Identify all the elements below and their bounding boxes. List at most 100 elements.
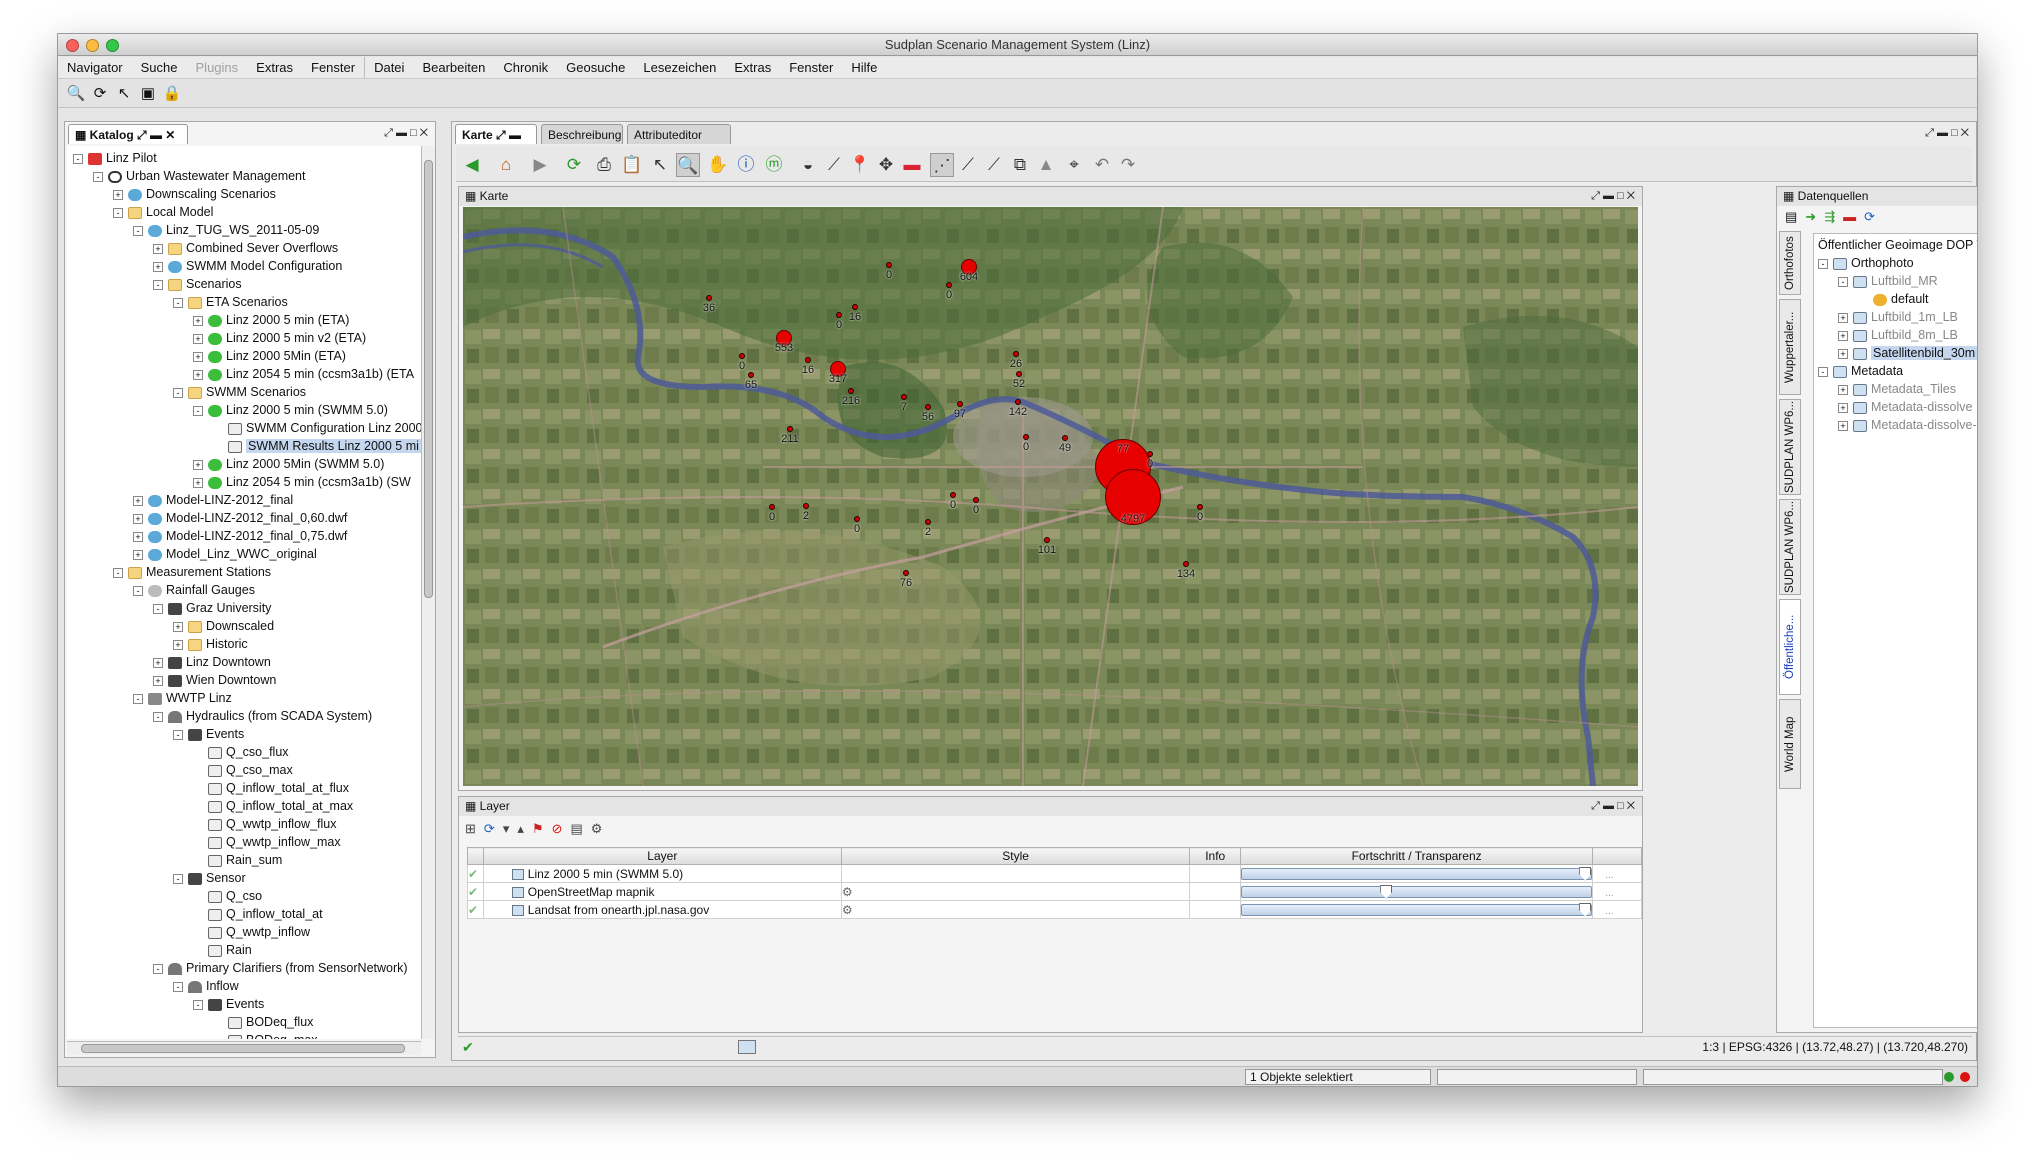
tree-node[interactable]: - SWMM Scenarios <box>173 383 306 401</box>
tree-node[interactable]: - Inflow <box>173 977 239 995</box>
datasource-node[interactable]: + Luftbild_1m_LB <box>1838 308 1958 326</box>
tree-node[interactable]: - Scenarios <box>153 275 242 293</box>
undo-icon[interactable]: ↶ <box>1090 153 1114 177</box>
collapse-icon[interactable]: - <box>173 981 183 992</box>
style-icon[interactable]: ⚙ <box>842 885 853 899</box>
tree-node[interactable]: + Linz Downtown <box>153 653 271 671</box>
side-tab[interactable]: Wuppertaler... <box>1779 299 1801 395</box>
layer-capabilities-icon[interactable]: ▤ <box>570 821 590 836</box>
expand-icon[interactable]: + <box>193 351 203 362</box>
datasource-node[interactable]: - Orthophoto <box>1818 254 1914 272</box>
cursor-icon[interactable]: ↖ <box>114 84 134 104</box>
more-button[interactable]: ... <box>1593 870 1613 881</box>
triangle-icon[interactable]: ▲ <box>1034 153 1058 177</box>
tree-node[interactable]: + Linz 2000 5Min (ETA) <box>193 347 346 365</box>
menu-extras[interactable]: Extras <box>247 57 302 79</box>
tree-node[interactable]: - Rainfall Gauges <box>133 581 255 599</box>
tree-node[interactable]: Q_wwtp_inflow <box>193 923 310 941</box>
select-arrow-icon[interactable]: ↖ <box>648 153 672 177</box>
tab-attributeditor[interactable]: Attributeditor <box>627 124 731 144</box>
collapse-icon[interactable]: - <box>173 873 183 884</box>
collapse-icon[interactable]: - <box>93 171 103 182</box>
menu-fenster[interactable]: Fenster <box>780 57 842 79</box>
tree-node[interactable]: + Wien Downtown <box>153 671 276 689</box>
datasource-node[interactable]: + Satellitenbild_30m <box>1838 344 1977 362</box>
collapse-icon[interactable]: - <box>153 279 163 290</box>
collapse-icon[interactable]: - <box>193 405 203 416</box>
column-header[interactable]: Layer <box>482 847 842 865</box>
side-tab[interactable]: SUDPLAN WP6... <box>1779 499 1801 595</box>
catalog-horizontal-scrollbar[interactable] <box>67 1041 421 1055</box>
expand-icon[interactable]: + <box>1838 312 1848 323</box>
visible-check-icon[interactable]: ✔ <box>468 885 478 899</box>
tree-node[interactable]: + Linz 2000 5Min (SWMM 5.0) <box>193 455 384 473</box>
tree-node[interactable]: Q_inflow_total_at_flux <box>193 779 349 797</box>
expand-icon[interactable]: + <box>173 639 183 650</box>
collapse-icon[interactable]: - <box>113 567 123 578</box>
datasource-node[interactable]: + Luftbild_8m_LB <box>1838 326 1958 344</box>
home-icon[interactable]: ⌂ <box>494 153 518 177</box>
tree-node[interactable]: - Urban Wastewater Management <box>93 167 305 185</box>
expand-icon[interactable]: + <box>193 369 203 380</box>
tree-node[interactable]: - Measurement Stations <box>113 563 271 581</box>
feature-info-icon[interactable]: ◒ <box>796 153 820 177</box>
tree-node[interactable]: + Downscaling Scenarios <box>113 185 276 203</box>
tree-node[interactable]: + Model_Linz_WWC_original <box>133 545 317 563</box>
lock-icon[interactable]: 🔒 <box>162 84 182 104</box>
visible-check-icon[interactable]: ✔ <box>468 903 478 917</box>
collapse-icon[interactable]: - <box>73 153 83 164</box>
transparency-slider[interactable] <box>1241 884 1593 899</box>
menu-geosuche[interactable]: Geosuche <box>557 57 634 79</box>
refresh-catalog-icon[interactable]: ⟳ <box>90 84 110 104</box>
pan-hand-icon[interactable]: ✋ <box>706 153 730 177</box>
add-server-icon[interactable]: ➜ <box>1805 209 1824 224</box>
collapse-icon[interactable]: - <box>153 603 163 614</box>
tree-node[interactable]: - Hydraulics (from SCADA System) <box>153 707 372 725</box>
tree-node[interactable]: - Sensor <box>173 869 246 887</box>
layer-row[interactable]: ✔ Landsat from onearth.jpl.nasa.gov ⚙... <box>467 900 1642 919</box>
side-tab[interactable]: Orthofotos <box>1779 231 1801 295</box>
tree-node[interactable]: SWMM Results Linz 2000 5 mi <box>213 437 421 455</box>
map-canvas[interactable]: 0 604 0 36 16 0 553 0 16 65 317 216 7 56 97 26 52 142 211 0… <box>463 207 1638 786</box>
measure-icon[interactable]: ⓜ <box>762 153 786 177</box>
more-button[interactable]: ... <box>1593 888 1613 899</box>
karte-panel-controls[interactable]: ⤢▬□✕ <box>1591 190 1638 203</box>
menu-datei[interactable]: Datei <box>364 57 413 79</box>
expand-icon[interactable]: + <box>153 261 163 272</box>
column-header[interactable]: Style <box>840 847 1191 865</box>
snap-icon[interactable]: ⌖ <box>1062 153 1086 177</box>
move-icon[interactable]: ✥ <box>874 153 898 177</box>
tree-node[interactable]: + Model-LINZ-2012_final_0,60.dwf <box>133 509 347 527</box>
zoom-icon[interactable]: 🔍 <box>676 153 700 177</box>
tree-node[interactable]: - WWTP Linz <box>133 689 232 707</box>
tree-node[interactable]: - Linz 2000 5 min (SWMM 5.0) <box>193 401 388 419</box>
menu-fenster[interactable]: Fenster <box>302 57 364 79</box>
expand-icon[interactable]: + <box>113 189 123 200</box>
collapse-icon[interactable]: - <box>113 207 123 218</box>
load-icon[interactable]: ⇶ <box>1824 209 1843 224</box>
menu-navigator[interactable]: Navigator <box>58 57 132 79</box>
tree-node[interactable]: Q_cso_flux <box>193 743 289 761</box>
info-cell[interactable] <box>1189 864 1242 883</box>
remove-server-icon[interactable]: ▬ <box>1843 209 1864 224</box>
expand-icon[interactable]: + <box>1838 420 1848 431</box>
tab-katalog[interactable]: ▦ Katalog ⤢ ▬ ✕ <box>68 124 188 144</box>
collapse-icon[interactable]: - <box>153 963 163 974</box>
print-icon[interactable]: ⎙ <box>592 153 616 177</box>
tree-node[interactable]: SWMM Configuration Linz 2000 <box>213 419 421 437</box>
collapse-icon[interactable]: - <box>173 387 183 398</box>
expand-icon[interactable]: + <box>133 549 143 560</box>
expand-icon[interactable]: + <box>193 459 203 470</box>
close-window-icon[interactable] <box>66 39 79 52</box>
layer-flag-icon[interactable]: ⚑ <box>532 821 552 836</box>
datasource-node[interactable]: + Metadata-dissolve-res <box>1838 416 1977 434</box>
collapse-icon[interactable]: - <box>173 297 183 308</box>
collapse-icon[interactable]: - <box>193 999 203 1010</box>
slider-knob[interactable] <box>1579 902 1592 917</box>
tree-node[interactable]: - Linz Pilot <box>73 149 157 167</box>
visible-check-icon[interactable]: ✔ <box>468 867 478 881</box>
refresh-sources-icon[interactable]: ⟳ <box>1864 209 1883 224</box>
tree-node[interactable]: BODeq_flux <box>213 1013 313 1031</box>
polyline-icon[interactable]: ⟋ <box>956 153 980 177</box>
expand-icon[interactable]: + <box>1838 330 1848 341</box>
